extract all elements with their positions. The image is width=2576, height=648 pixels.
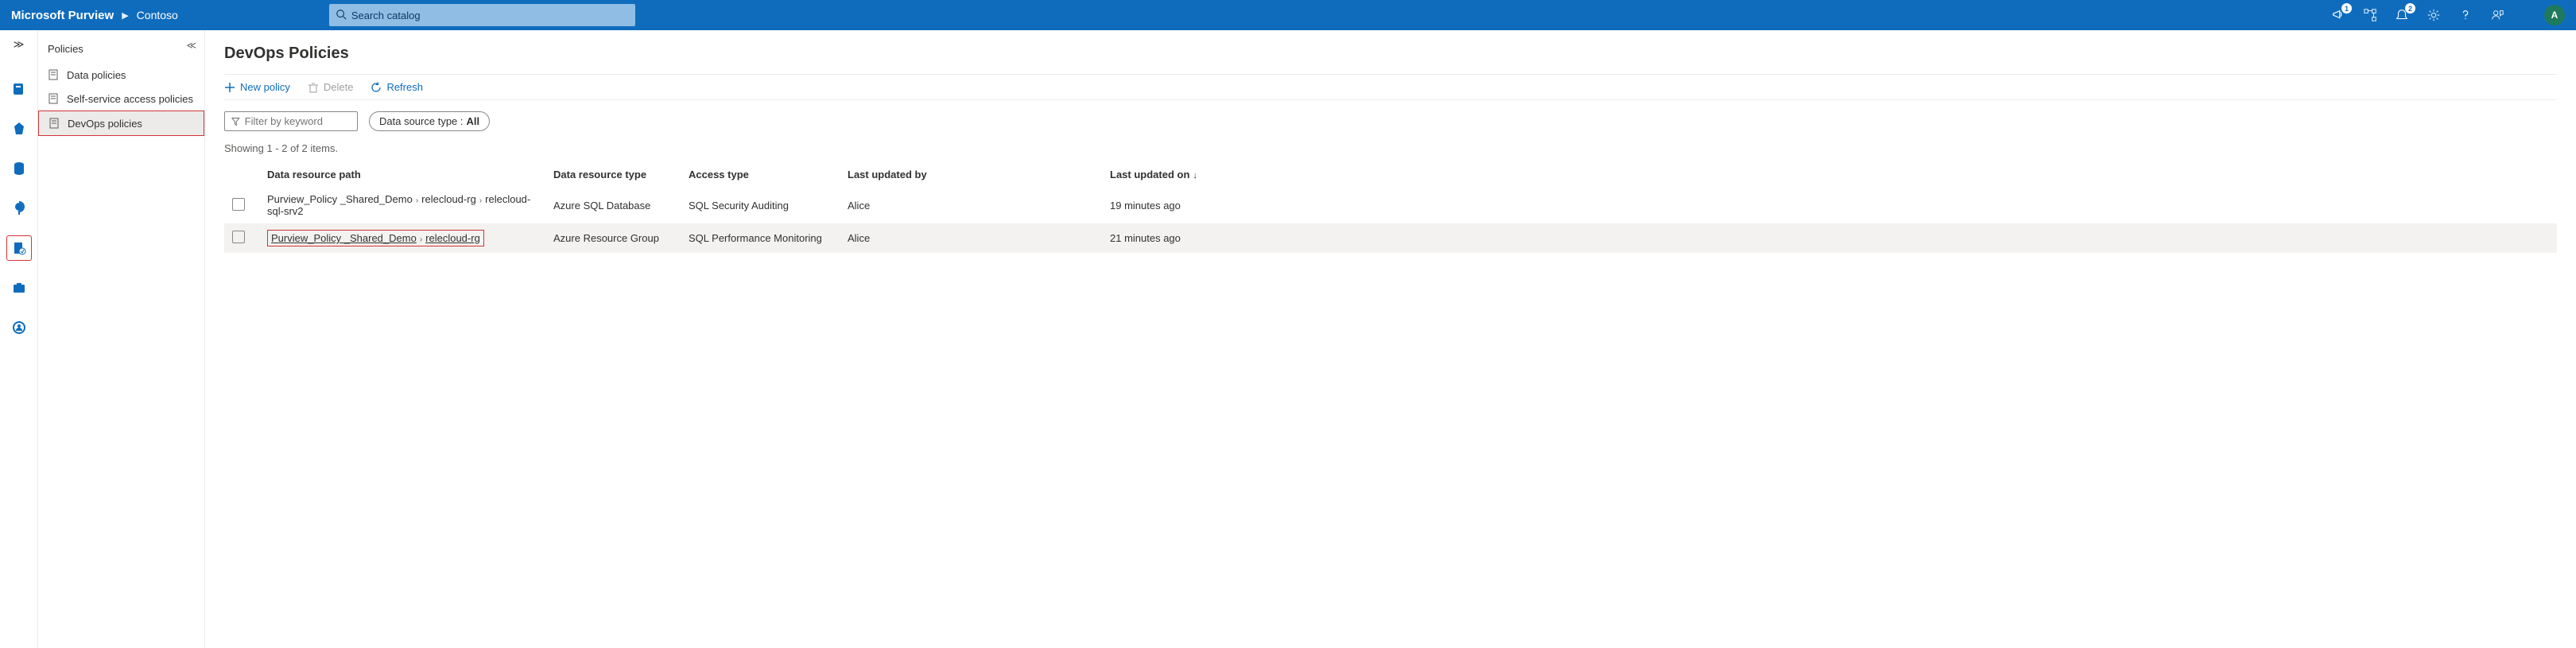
- cell-on: 19 minutes ago: [1102, 187, 2557, 223]
- sort-desc-icon: ↓: [1193, 171, 1197, 180]
- cell-type: Azure Resource Group: [545, 223, 681, 253]
- announcements-icon[interactable]: 1: [2330, 6, 2347, 24]
- cell-path[interactable]: Purview_Policy _Shared_Demo›relecloud-rg…: [259, 187, 545, 223]
- expand-rail-icon[interactable]: ≫: [14, 38, 25, 51]
- highlighted-path: Purview_Policy _Shared_Demo›relecloud-rg: [267, 230, 484, 246]
- table-row[interactable]: Purview_Policy _Shared_Demo›relecloud-rg…: [224, 223, 2557, 253]
- new-policy-button[interactable]: New policy: [224, 81, 290, 93]
- filter-row: Data source type : All: [224, 111, 2557, 131]
- rail-item-data[interactable]: [6, 156, 32, 181]
- pill-label: Data source type :: [379, 115, 464, 127]
- chevron-right-icon: ›: [416, 196, 418, 205]
- help-icon[interactable]: [2457, 6, 2474, 24]
- nav-item-data-policies[interactable]: Data policies: [38, 63, 204, 87]
- settings-icon[interactable]: [2425, 6, 2442, 24]
- filter-icon: [231, 117, 240, 126]
- policy-icon: [48, 92, 60, 105]
- page-title: DevOps Policies: [224, 45, 2557, 63]
- col-updated-by[interactable]: Last updated by: [840, 162, 1102, 187]
- rail-item-map[interactable]: [6, 116, 32, 142]
- app-header: Microsoft Purview ▶ Contoso 1 2: [0, 0, 2576, 30]
- rail-item-privacy[interactable]: [6, 315, 32, 340]
- product-name[interactable]: Microsoft Purview: [11, 9, 114, 22]
- filter-input[interactable]: [245, 115, 351, 127]
- feedback-icon[interactable]: [2489, 6, 2506, 24]
- row-checkbox[interactable]: [232, 198, 245, 211]
- search-input[interactable]: [351, 10, 629, 21]
- rail-item-insights[interactable]: [6, 196, 32, 221]
- row-checkbox[interactable]: [232, 231, 245, 243]
- cell-path[interactable]: Purview_Policy _Shared_Demo›relecloud-rg: [259, 223, 545, 253]
- chevron-right-icon: ▶: [122, 10, 128, 21]
- col-updated-on[interactable]: Last updated on↓: [1102, 162, 2557, 187]
- table-header-row: Data resource path Data resource type Ac…: [224, 162, 2557, 187]
- refresh-label: Refresh: [386, 81, 423, 93]
- result-count: Showing 1 - 2 of 2 items.: [224, 142, 2557, 154]
- policies-table: Data resource path Data resource type Ac…: [224, 162, 2557, 253]
- search-icon: [336, 9, 347, 22]
- main-content: DevOps Policies New policy Delete Refres…: [205, 30, 2576, 648]
- search-box[interactable]: [329, 4, 635, 26]
- cell-access: SQL Security Auditing: [681, 187, 840, 223]
- secondary-nav: ≪ Policies Data policies Self-service ac…: [38, 30, 205, 648]
- filter-box[interactable]: [224, 111, 358, 131]
- chevron-right-icon: ›: [420, 235, 422, 244]
- toolbar: New policy Delete Refresh: [224, 74, 2557, 100]
- new-label: New policy: [240, 81, 290, 93]
- nav-label: Self-service access policies: [67, 93, 193, 105]
- header-left: Microsoft Purview ▶ Contoso: [11, 9, 178, 22]
- nav-item-devops-policies[interactable]: DevOps policies: [38, 111, 204, 136]
- body: ≫ ≪ Policies Data policies: [0, 30, 2576, 648]
- cell-on: 21 minutes ago: [1102, 223, 2557, 253]
- nav-item-self-service[interactable]: Self-service access policies: [38, 87, 204, 111]
- rail-item-management[interactable]: [6, 275, 32, 301]
- nav-label: Data policies: [67, 69, 126, 81]
- nav-title: Policies: [38, 38, 204, 63]
- refresh-button[interactable]: Refresh: [370, 81, 423, 93]
- nav-label: DevOps policies: [68, 118, 142, 130]
- notifications-icon[interactable]: 2: [2393, 6, 2411, 24]
- header-right: 1 2 A: [2330, 5, 2565, 25]
- col-access[interactable]: Access type: [681, 162, 840, 187]
- pill-value: All: [467, 115, 480, 127]
- policy-icon: [48, 68, 60, 81]
- col-select[interactable]: [224, 162, 259, 187]
- chevron-right-icon: ›: [479, 196, 482, 205]
- delete-label: Delete: [324, 81, 354, 93]
- policy-icon: [48, 117, 61, 130]
- data-source-type-filter[interactable]: Data source type : All: [369, 111, 490, 131]
- graph-icon[interactable]: [2361, 6, 2379, 24]
- delete-button: Delete: [308, 81, 354, 93]
- user-avatar[interactable]: A: [2544, 5, 2565, 25]
- cell-access: SQL Performance Monitoring: [681, 223, 840, 253]
- search-container: [329, 4, 635, 26]
- cell-type: Azure SQL Database: [545, 187, 681, 223]
- tenant-name[interactable]: Contoso: [137, 9, 178, 21]
- left-rail: ≫: [0, 30, 38, 648]
- table-row[interactable]: Purview_Policy _Shared_Demo›relecloud-rg…: [224, 187, 2557, 223]
- collapse-nav-icon[interactable]: ≪: [186, 40, 196, 51]
- col-path[interactable]: Data resource path: [259, 162, 545, 187]
- cell-by: Alice: [840, 187, 1102, 223]
- col-type[interactable]: Data resource type: [545, 162, 681, 187]
- cell-by: Alice: [840, 223, 1102, 253]
- rail-item-catalog[interactable]: [6, 76, 32, 102]
- rail-item-policies[interactable]: [6, 235, 32, 261]
- notifications-badge: 2: [2405, 3, 2415, 14]
- announcements-badge: 1: [2341, 3, 2352, 14]
